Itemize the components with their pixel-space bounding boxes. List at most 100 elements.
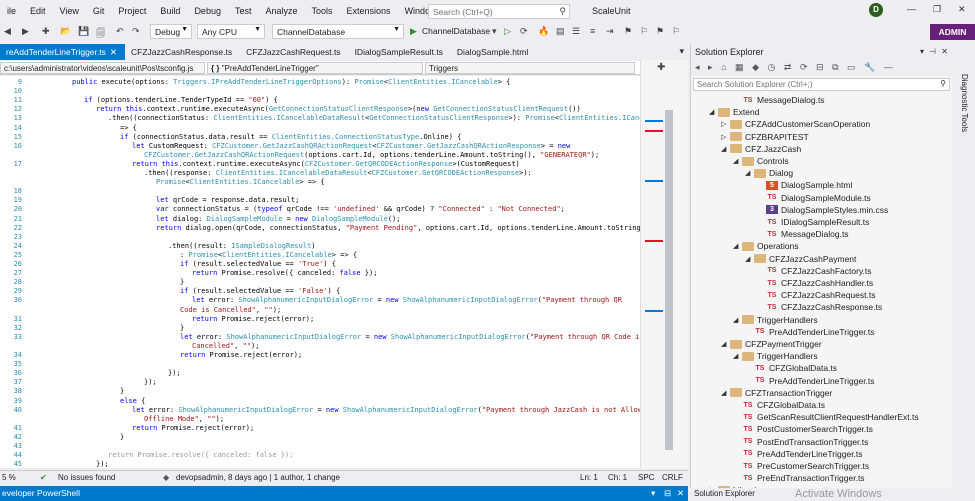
code-line[interactable]: else {: [120, 397, 145, 405]
chevron-down-icon[interactable]: ▾: [920, 47, 924, 56]
bookmark-icon[interactable]: ⚑: [624, 26, 632, 37]
sync-icon[interactable]: ⇄: [784, 62, 792, 72]
menu-item[interactable]: Debug: [187, 6, 228, 16]
admin-badge[interactable]: ADMIN: [930, 24, 975, 40]
column-number[interactable]: Ch: 1: [608, 473, 627, 482]
tree-item[interactable]: TS PreAddTenderLineTrigger.ts: [745, 326, 875, 338]
code-line[interactable]: return Promise.reject(error);: [180, 351, 302, 359]
properties-icon[interactable]: 🔧: [864, 62, 875, 72]
code-line[interactable]: return Promise.resolve({ canceled: false…: [108, 451, 293, 459]
code-line[interactable]: .then((response: ClientEntities.ICancela…: [144, 169, 532, 177]
split-icon[interactable]: ✚: [657, 62, 665, 73]
code-line[interactable]: let qrCode = response.data.result;: [156, 196, 299, 204]
code-line[interactable]: }: [120, 433, 124, 441]
zoom-level[interactable]: 5 %: [2, 473, 16, 482]
tree-item[interactable]: TS MessageDialog.ts: [733, 94, 825, 106]
expand-arrow-icon[interactable]: ◢: [721, 145, 730, 153]
code-line[interactable]: public execute(options: Triggers.IPreAdd…: [72, 78, 510, 86]
expand-arrow-icon[interactable]: ◢: [745, 169, 754, 177]
whitespace-mode[interactable]: SPC: [638, 473, 654, 482]
expand-arrow-icon[interactable]: ◢: [709, 108, 718, 116]
code-line[interactable]: => {: [120, 124, 137, 132]
menu-item[interactable]: Test: [228, 6, 259, 16]
home-icon[interactable]: ⌂: [721, 62, 726, 72]
tree-item[interactable]: ◢ Controls: [733, 155, 789, 167]
format-icon[interactable]: ☰: [572, 26, 580, 37]
line-number[interactable]: Ln: 1: [580, 473, 598, 482]
tree-item[interactable]: ◢ CFZ.JazzCash: [721, 143, 801, 155]
expand-arrow-icon[interactable]: ◢: [721, 340, 730, 348]
code-line[interactable]: Cancelled", "");: [192, 342, 259, 350]
bookmark-next-icon[interactable]: ⚐: [640, 26, 648, 37]
document-tab[interactable]: DialogSample.html: [451, 44, 536, 60]
back-icon[interactable]: ◂: [695, 62, 700, 72]
menu-item[interactable]: View: [53, 6, 86, 16]
menu-item[interactable]: Extensions: [340, 6, 398, 16]
tree-item[interactable]: TS PreAddTenderLineTrigger.ts: [733, 448, 863, 460]
tree-item[interactable]: TS PostEndTransactionTrigger.ts: [733, 436, 869, 448]
code-line[interactable]: let error: ShowAlphanumericInputDialogEr…: [132, 406, 640, 414]
collapse-all-icon[interactable]: ⊟: [816, 62, 824, 72]
tab-list-icon[interactable]: ▾: [679, 46, 684, 57]
code-line[interactable]: .then((connectionStatus: ClientEntities.…: [108, 114, 640, 122]
tree-item[interactable]: TS CFZJazzCashRequest.ts: [757, 289, 876, 301]
save-all-icon[interactable]: 🗐: [96, 26, 105, 42]
tree-item[interactable]: 3 DialogSampleStyles.min.css: [757, 204, 888, 216]
code-line[interactable]: Promise<ClientEntities.ICancelable> => {: [156, 178, 325, 186]
tree-item[interactable]: ▷ CFZAddCustomerScanOperation: [721, 118, 870, 130]
bookmark-prev-icon[interactable]: ⚑: [656, 26, 664, 37]
forward-icon[interactable]: ▸: [708, 62, 713, 72]
show-all-files-icon[interactable]: ⧉: [832, 62, 838, 72]
switch-views-icon[interactable]: ▦: [735, 62, 744, 72]
history-icon[interactable]: ◷: [768, 62, 776, 72]
tree-item[interactable]: ◢ CFZTransactionTrigger: [721, 387, 832, 399]
code-line[interactable]: });: [96, 460, 109, 468]
expand-arrow-icon[interactable]: ◢: [733, 242, 742, 250]
forward-icon[interactable]: ▶: [22, 26, 29, 37]
open-icon[interactable]: 📂: [60, 26, 71, 37]
menu-item[interactable]: Git: [86, 6, 112, 16]
hot-reload-icon[interactable]: 🔥: [538, 26, 549, 37]
restore-icon[interactable]: ❐: [933, 4, 941, 15]
start-debug-icon[interactable]: ▶: [410, 26, 417, 37]
vertical-scrollbar[interactable]: ✚: [640, 60, 688, 468]
tree-item[interactable]: ◢ Dialog: [745, 167, 793, 179]
code-line[interactable]: return Promise.resolve({ canceled: false…: [192, 269, 377, 277]
expand-arrow-icon[interactable]: ▷: [721, 133, 730, 141]
tree-item[interactable]: TS CFZJazzCashResponse.ts: [757, 301, 883, 313]
code-line[interactable]: return Promise.reject(error);: [132, 424, 254, 432]
refresh-icon[interactable]: ⟳: [520, 26, 528, 37]
close-icon[interactable]: ✕: [958, 4, 966, 15]
code-line[interactable]: var connectionStatus = (typeof qrCode !=…: [156, 205, 565, 213]
code-line[interactable]: Offline Mode", "");: [144, 415, 224, 423]
tree-item[interactable]: 5 DialogSample.html: [757, 179, 852, 191]
code-line[interactable]: if (result.selectedValue == 'True') {: [180, 260, 336, 268]
git-blame-info[interactable]: devopsadmin, 8 days ago | 1 author, 1 ch…: [176, 473, 340, 482]
tree-item[interactable]: TS CFZJazzCashHandler.ts: [757, 277, 874, 289]
toggle-icon[interactable]: ▤: [556, 26, 565, 37]
tree-item[interactable]: ◢ CFZPaymentTrigger: [721, 338, 822, 350]
menu-item[interactable]: Tools: [305, 6, 340, 16]
tree-item[interactable]: ◢ CFZJazzCashPayment: [745, 253, 856, 265]
member-dropdown[interactable]: Triggers: [425, 62, 635, 74]
global-search-input[interactable]: Search (Ctrl+Q) ⚲: [428, 4, 570, 19]
code-line[interactable]: if (result.selectedValue == 'False') {: [180, 287, 340, 295]
close-icon[interactable]: ✕: [110, 47, 117, 57]
menu-item[interactable]: Build: [153, 6, 187, 16]
code-editor[interactable]: 9 public execute(options: Triggers.IPreAd…: [0, 76, 640, 468]
expand-arrow-icon[interactable]: ◢: [733, 352, 742, 360]
tree-item[interactable]: TS CFZJazzCashFactory.ts: [757, 265, 872, 277]
type-dropdown[interactable]: { } "PreAddTenderLineTrigger": [207, 62, 423, 74]
project-dropdown[interactable]: c:\users\administrator\videos\scaleunit\…: [0, 62, 205, 74]
tree-item[interactable]: TS PreAddTenderLineTrigger.ts: [745, 375, 875, 387]
line-endings[interactable]: CRLF: [662, 473, 683, 482]
diagnostic-tools-tab[interactable]: Diagnostic Tools: [960, 74, 969, 132]
expand-arrow-icon[interactable]: ◢: [733, 316, 742, 324]
pin-icon[interactable]: ⊣: [929, 47, 936, 56]
code-line[interactable]: }: [180, 324, 184, 332]
tree-item[interactable]: ◢ TriggerHandlers: [733, 314, 818, 326]
code-line[interactable]: let error: ShowAlphanumericInputDialogEr…: [180, 333, 640, 341]
run-without-debug-icon[interactable]: ▷: [504, 26, 511, 37]
solution-search-input[interactable]: Search Solution Explorer (Ctrl+;) ⚲: [693, 78, 950, 91]
expand-arrow-icon[interactable]: ▷: [721, 120, 730, 128]
